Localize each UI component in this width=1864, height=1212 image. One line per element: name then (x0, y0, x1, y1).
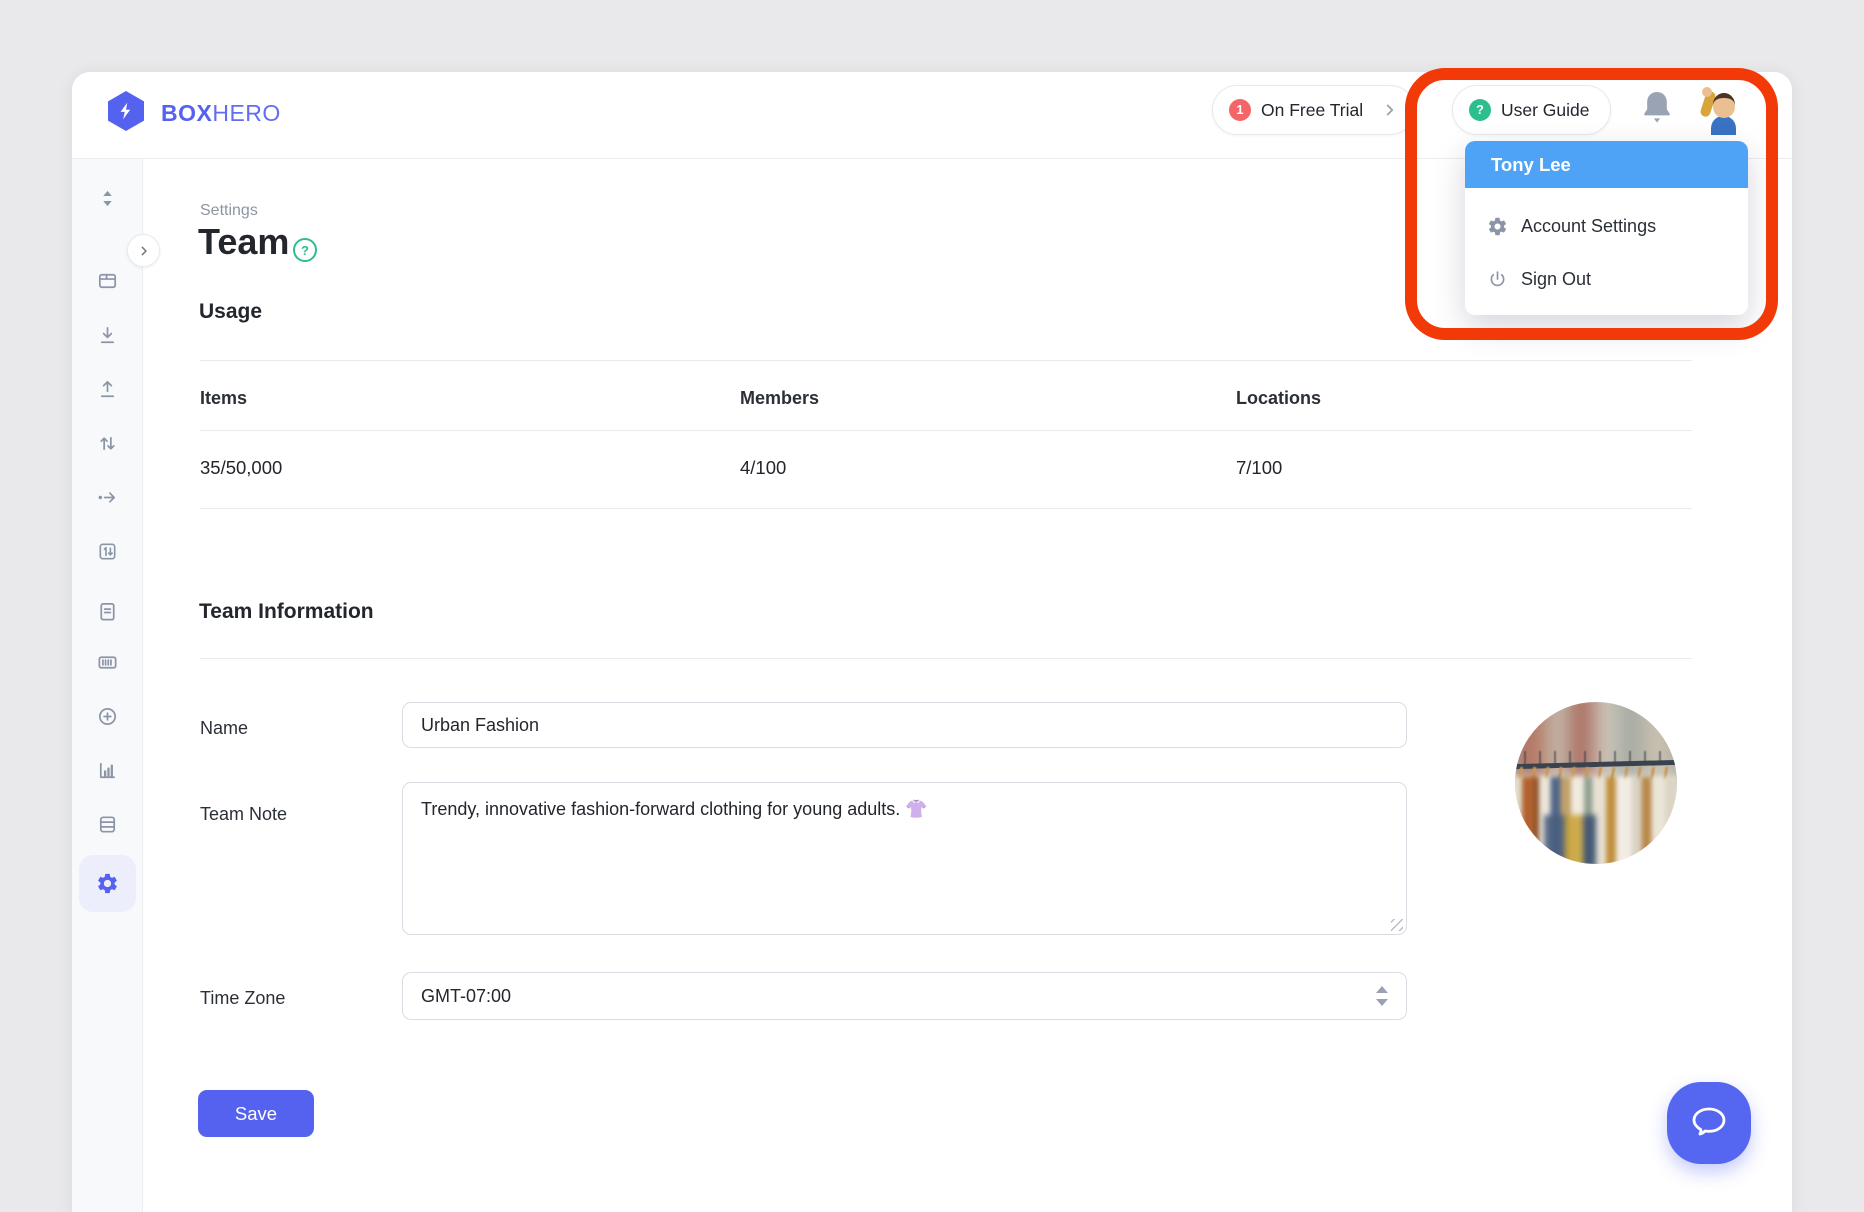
save-button[interactable]: Save (198, 1090, 314, 1137)
usage-col-members: Members (740, 388, 819, 409)
usage-heading: Usage (199, 300, 262, 324)
user-menu-name: Tony Lee (1465, 141, 1748, 188)
purchase-icon[interactable] (96, 705, 119, 728)
chevron-right-icon (136, 243, 152, 259)
user-avatar[interactable] (1699, 85, 1747, 135)
breadcrumb: Settings (200, 202, 258, 220)
transactions-icon[interactable] (96, 600, 119, 623)
free-trial-button[interactable]: 1 On Free Trial (1212, 85, 1415, 135)
help-icon[interactable]: ? (293, 238, 317, 262)
select-stepper-icon (1376, 986, 1388, 1006)
usage-value-members: 4/100 (740, 457, 786, 479)
chat-fab-button[interactable] (1667, 1082, 1751, 1164)
page-title: Team (198, 221, 289, 263)
brand-bold: BOX (161, 100, 212, 126)
usage-divider-mid (200, 430, 1692, 431)
settings-icon[interactable] (96, 872, 119, 895)
team-info-heading: Team Information (199, 600, 374, 624)
power-icon (1487, 269, 1508, 290)
sign-out-label: Sign Out (1521, 269, 1591, 290)
timezone-select[interactable]: GMT-07:00 (402, 972, 1407, 1020)
stock-out-icon[interactable] (96, 378, 119, 401)
box-icon[interactable] (96, 269, 119, 292)
chat-bubble-icon (1688, 1103, 1730, 1143)
timezone-value: GMT-07:00 (421, 986, 511, 1007)
name-label: Name (200, 718, 248, 739)
team-name-input[interactable] (402, 702, 1407, 748)
team-info-divider (200, 658, 1692, 659)
brand-name: BOXHERO (161, 100, 281, 127)
adjust-icon[interactable] (96, 540, 119, 563)
sort-icon[interactable] (96, 187, 119, 210)
brand-light: HERO (212, 100, 280, 126)
user-dropdown-menu: Tony Lee Account Settings Sign Out (1465, 141, 1748, 315)
transfer-icon[interactable] (96, 432, 119, 455)
team-photo (1515, 702, 1677, 864)
app-window: BOXHERO 1 On Free Trial ? User Guide (0, 0, 1864, 1212)
usage-divider-bottom (200, 508, 1692, 509)
data-icon[interactable] (96, 813, 119, 836)
question-badge-icon: ? (1469, 99, 1491, 121)
analytics-icon[interactable] (96, 759, 119, 782)
usage-value-items: 35/50,000 (200, 457, 282, 479)
chevron-right-icon (1381, 101, 1399, 119)
menu-item-account-settings[interactable]: Account Settings (1465, 202, 1748, 250)
free-trial-label: On Free Trial (1261, 100, 1363, 121)
timezone-label: Time Zone (200, 988, 285, 1009)
sidebar-collapse-button[interactable] (127, 234, 160, 267)
user-guide-label: User Guide (1501, 100, 1590, 121)
stock-in-icon[interactable] (96, 324, 119, 347)
trial-badge-icon: 1 (1229, 99, 1251, 121)
account-settings-label: Account Settings (1521, 216, 1656, 237)
team-note-label: Team Note (200, 804, 287, 825)
usage-col-locations: Locations (1236, 388, 1321, 409)
usage-value-locations: 7/100 (1236, 457, 1282, 479)
menu-item-sign-out[interactable]: Sign Out (1465, 255, 1748, 303)
usage-divider-top (200, 360, 1692, 361)
notifications-bell-icon[interactable] (1638, 88, 1676, 130)
user-guide-button[interactable]: ? User Guide (1452, 85, 1611, 135)
move-icon[interactable] (96, 486, 119, 509)
sidebar (72, 159, 143, 1212)
barcode-icon[interactable] (96, 651, 119, 674)
textarea-resize-handle[interactable] (1391, 919, 1403, 931)
team-note-textarea[interactable]: Trendy, innovative fashion-forward cloth… (402, 782, 1407, 935)
gear-icon (1487, 216, 1508, 237)
lightning-bolt-icon (116, 100, 136, 122)
usage-col-items: Items (200, 388, 247, 409)
